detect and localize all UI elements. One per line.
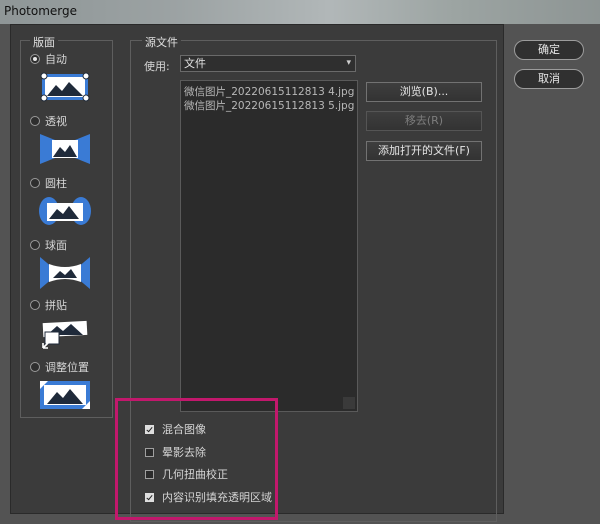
radio-button[interactable] — [30, 178, 40, 188]
resize-grip — [343, 397, 355, 409]
radio-button[interactable] — [30, 362, 40, 372]
add-open-files-button[interactable]: 添加打开的文件(F) — [366, 141, 482, 161]
checkbox-geometric-distortion[interactable]: 几何扭曲校正 — [145, 467, 228, 481]
auto-layout-icon[interactable] — [39, 70, 91, 104]
checkbox-vignette-removal[interactable]: 晕影去除 — [145, 445, 206, 459]
collage-layout-icon[interactable] — [39, 316, 91, 350]
checkbox[interactable] — [145, 492, 154, 502]
chevron-down-icon: ▾ — [346, 58, 351, 68]
layout-legend: 版面 — [30, 34, 58, 50]
reposition-layout-icon[interactable] — [39, 378, 91, 412]
source-legend: 源文件 — [142, 34, 181, 50]
use-label: 使用: — [144, 60, 170, 73]
radio-button[interactable] — [30, 240, 40, 250]
radio-button[interactable] — [30, 300, 40, 310]
radio-reposition[interactable]: 调整位置 — [30, 360, 89, 374]
radio-cylindrical[interactable]: 圆柱 — [30, 176, 67, 190]
file-list-item[interactable]: 微信图片_20220615112813 5.jpg — [184, 98, 354, 113]
checkbox-label: 内容识别填充透明区域 — [162, 491, 272, 504]
browse-button[interactable]: 浏览(B)... — [366, 82, 482, 102]
checkbox-content-aware-fill[interactable]: 内容识别填充透明区域 — [145, 490, 272, 504]
cancel-button[interactable]: 取消 — [514, 69, 584, 89]
checkbox-label: 混合图像 — [162, 423, 206, 436]
radio-collage[interactable]: 拼贴 — [30, 298, 67, 312]
title-bar[interactable]: Photomerge — [0, 0, 600, 24]
radio-auto[interactable]: 自动 — [30, 52, 67, 66]
radio-label: 球面 — [45, 239, 67, 252]
ok-button[interactable]: 确定 — [514, 40, 584, 60]
radio-button[interactable] — [30, 54, 40, 64]
radio-button[interactable] — [30, 116, 40, 126]
spherical-layout-icon[interactable] — [39, 256, 91, 290]
window-title: Photomerge — [4, 4, 78, 18]
checkbox[interactable] — [145, 447, 154, 457]
use-select-value: 文件 — [184, 57, 206, 70]
cylindrical-layout-icon[interactable] — [39, 194, 91, 228]
checkbox[interactable] — [145, 469, 154, 479]
use-select[interactable]: 文件 ▾ — [180, 55, 356, 72]
file-list-item[interactable]: 微信图片_20220615112813 4.jpg — [184, 84, 354, 99]
radio-label: 圆柱 — [45, 177, 67, 190]
radio-perspective[interactable]: 透视 — [30, 114, 67, 128]
radio-label: 自动 — [45, 53, 67, 66]
radio-label: 拼贴 — [45, 299, 67, 312]
checkbox-label: 几何扭曲校正 — [162, 468, 228, 481]
perspective-layout-icon[interactable] — [39, 132, 91, 166]
checkbox-label: 晕影去除 — [162, 446, 206, 459]
checkbox[interactable] — [145, 424, 154, 434]
file-list[interactable]: 微信图片_20220615112813 4.jpg 微信图片_202206151… — [180, 80, 358, 412]
checkbox-blend-images[interactable]: 混合图像 — [145, 422, 206, 436]
radio-spherical[interactable]: 球面 — [30, 238, 67, 252]
radio-label: 调整位置 — [45, 361, 89, 374]
radio-label: 透视 — [45, 115, 67, 128]
remove-button[interactable]: 移去(R) — [366, 111, 482, 131]
